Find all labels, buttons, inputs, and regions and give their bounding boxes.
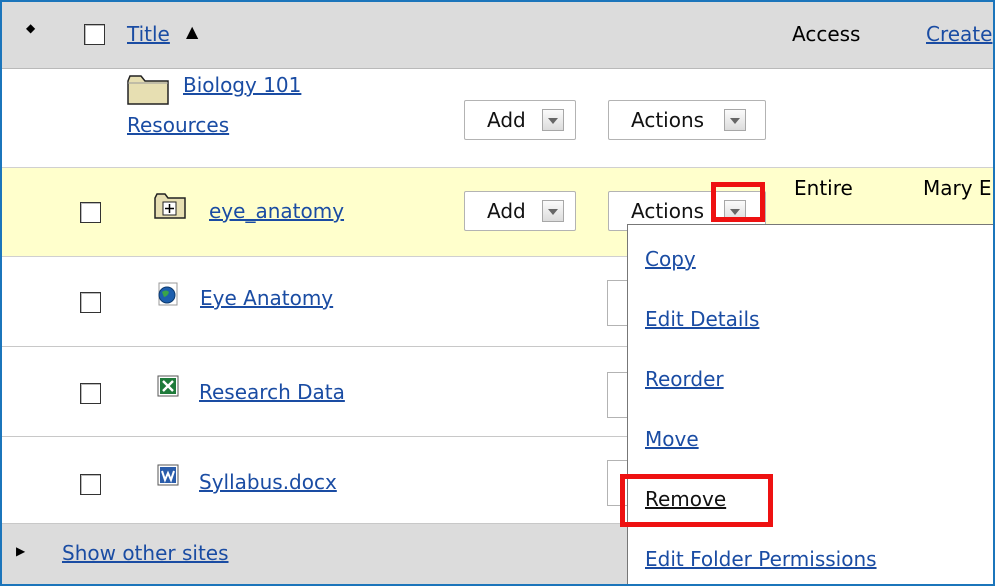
row-checkbox[interactable] [80,292,101,313]
add-button[interactable]: Add [464,100,576,140]
access-column-header: Access [792,22,861,46]
actions-button-partial[interactable] [607,280,628,326]
menu-item-edit-details[interactable]: Edit Details [645,307,759,331]
row-checkbox[interactable] [80,474,101,495]
title-sort-link[interactable]: Title [127,22,170,46]
excel-file-icon [157,375,179,397]
menu-item-reorder[interactable]: Reorder [645,367,724,391]
web-link-icon [158,282,178,306]
file-title-link[interactable]: Eye Anatomy [200,286,333,310]
actions-button[interactable]: Actions [608,100,766,140]
menu-item-copy[interactable]: Copy [645,247,696,271]
expand-arrow-icon[interactable]: ▶ [16,544,25,558]
chevron-down-icon[interactable] [542,200,564,222]
menu-item-remove[interactable]: Remove [645,487,726,511]
actions-label: Actions [631,108,705,132]
folder-title-link[interactable]: eye_anatomy [209,199,344,223]
chevron-down-icon[interactable] [724,200,746,222]
select-all-checkbox[interactable] [84,24,105,45]
word-file-icon [157,464,179,486]
row-checkbox[interactable] [80,202,101,223]
add-label: Add [487,199,526,223]
table-row: Biology 101 Resources Add Actions [2,69,993,167]
resources-panel: ◆ Title ▲ Access Create Biology 101 Reso… [0,0,995,586]
actions-button-partial[interactable] [607,372,628,418]
file-title-link[interactable]: Syllabus.docx [199,470,337,494]
actions-button-partial[interactable] [607,460,628,506]
created-by-value: Mary E [923,176,992,200]
file-title-link[interactable]: Research Data [199,380,345,404]
site-title-link[interactable]: Biology 101 [183,73,301,97]
menu-item-edit-folder-permissions[interactable]: Edit Folder Permissions [645,547,877,571]
sort-toggle-icon[interactable]: ◆ [26,22,35,34]
add-label: Add [487,108,526,132]
table-header: ◆ Title ▲ Access Create [2,2,993,69]
chevron-down-icon[interactable] [542,109,564,131]
actions-label: Actions [631,199,705,223]
folder-icon [127,75,169,105]
access-value: Entire [794,176,853,200]
show-other-sites-link[interactable]: Show other sites [62,541,229,565]
actions-dropdown-menu: Copy Edit Details Reorder Move Remove Ed… [627,224,993,584]
site-title-link-line2[interactable]: Resources [127,113,229,137]
created-column-header[interactable]: Create [926,22,992,46]
menu-item-move[interactable]: Move [645,427,699,451]
sort-ascending-icon: ▲ [186,22,199,41]
add-button[interactable]: Add [464,191,576,231]
folder-expand-icon[interactable] [154,193,186,219]
chevron-down-icon[interactable] [724,109,746,131]
row-checkbox[interactable] [80,383,101,404]
